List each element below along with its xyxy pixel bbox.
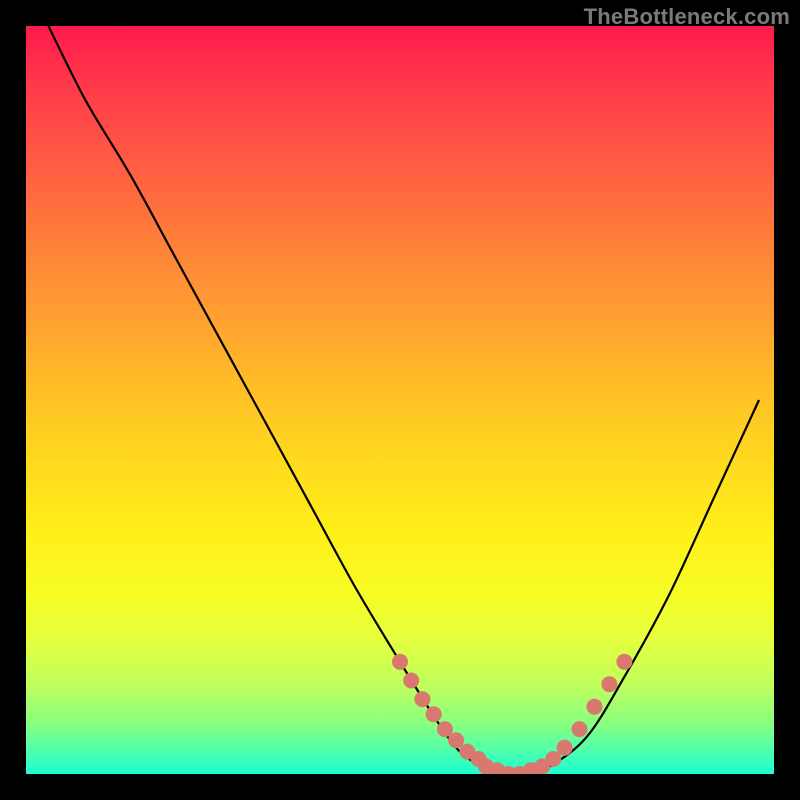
marker-dot [392,654,408,670]
plot-area [26,26,774,774]
marker-dot [572,721,588,737]
watermark-text: TheBottleneck.com [584,4,790,30]
marker-dot [601,676,617,692]
chart-svg [26,26,774,774]
marker-group [392,654,632,774]
marker-dot [587,699,603,715]
marker-dot [616,654,632,670]
marker-dot [414,691,430,707]
marker-dot [557,740,573,756]
chart-frame: TheBottleneck.com [0,0,800,800]
marker-dot [403,673,419,689]
marker-dot [426,706,442,722]
